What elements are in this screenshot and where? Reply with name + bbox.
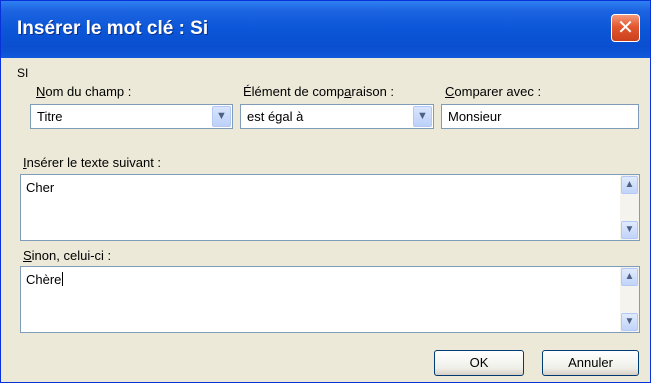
insert-text-area[interactable]: Cher ▲ ▼ [20,174,640,241]
cancel-button[interactable]: Annuler [542,350,639,376]
arrow-up-icon[interactable]: ▲ [621,176,638,194]
dialog-title: Insérer le mot clé : Si [17,18,209,39]
insert-text-scrollbar[interactable]: ▲ ▼ [620,175,639,240]
compare-with-input[interactable]: Monsieur [441,104,639,129]
dialog-window: Insérer le mot clé : Si ✕ SI Nom du cham… [0,0,651,383]
title-bar[interactable]: Insérer le mot clé : Si ✕ [1,1,650,58]
field-name-label: Nom du champ : [36,84,132,99]
dialog-body: SI Nom du champ : Titre ▼ Élément de com… [1,58,650,382]
field-name-select[interactable]: Titre ▼ [30,104,233,129]
chevron-down-icon[interactable]: ▼ [212,106,231,127]
otherwise-value: Chère [26,272,64,287]
insert-text-label: Insérer le texte suivant : [23,155,162,170]
otherwise-text-area[interactable]: Chère ▲ ▼ [20,266,640,333]
comparison-select[interactable]: est égal à ▼ [240,104,434,129]
close-icon: ✕ [617,17,634,39]
group-label: SI [17,66,29,80]
arrow-down-icon[interactable]: ▼ [621,313,638,331]
close-button[interactable]: ✕ [611,14,640,42]
otherwise-scrollbar[interactable]: ▲ ▼ [620,267,639,332]
ok-button[interactable]: OK [434,350,524,376]
arrow-up-icon[interactable]: ▲ [621,268,638,286]
insert-text-value: Cher [26,180,55,195]
otherwise-label: Sinon, celui-ci : [23,248,112,263]
text-cursor [62,272,64,286]
comparison-label: Élément de comparaison : [243,84,395,99]
arrow-down-icon[interactable]: ▼ [621,221,638,239]
compare-with-value: Monsieur [448,109,502,124]
comparison-value: est égal à [247,109,304,124]
chevron-down-icon[interactable]: ▼ [413,106,432,127]
field-name-value: Titre [37,109,63,124]
compare-with-label: Comparer avec : [445,84,542,99]
